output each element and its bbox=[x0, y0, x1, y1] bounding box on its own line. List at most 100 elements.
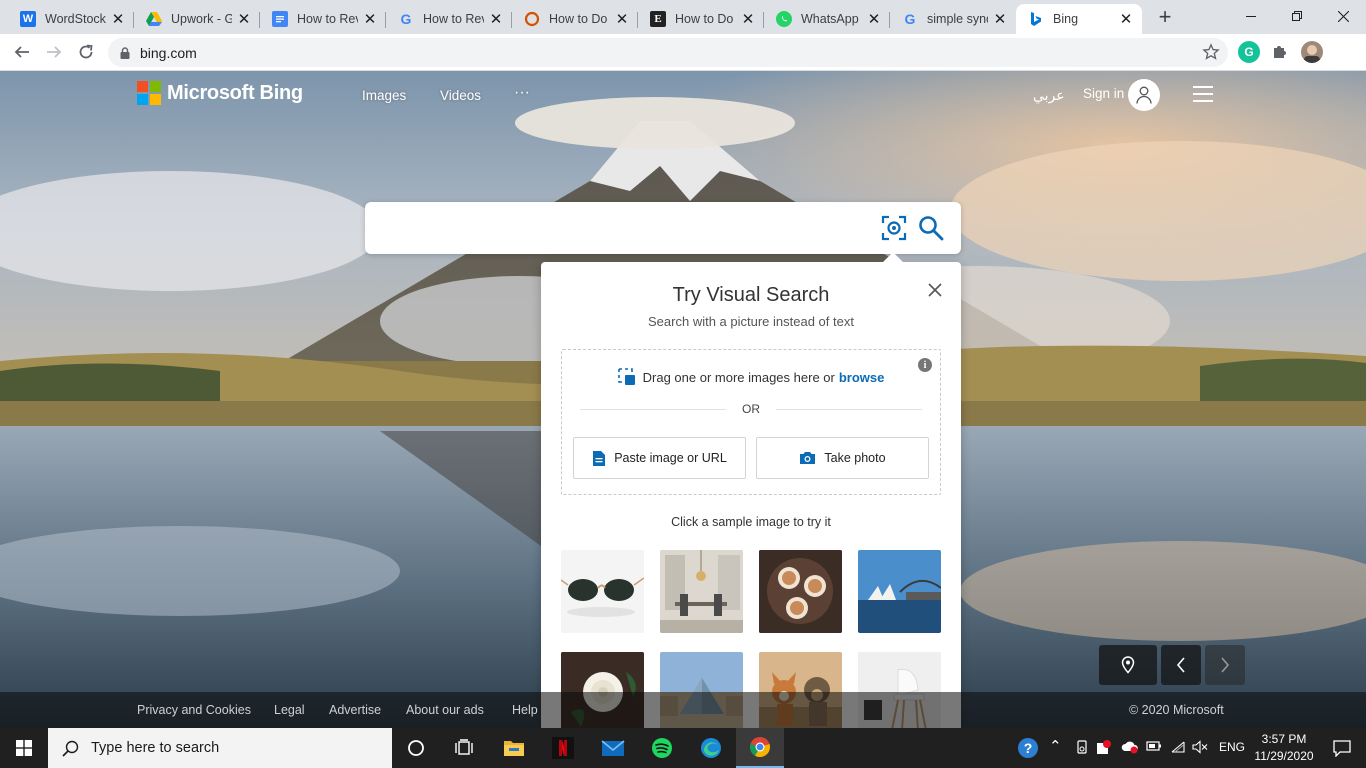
close-icon[interactable]: ✕ bbox=[614, 11, 630, 28]
search-icon[interactable] bbox=[918, 215, 944, 241]
back-button[interactable] bbox=[8, 38, 36, 66]
notifications-button[interactable] bbox=[1318, 728, 1366, 768]
sample-image-dining-room[interactable] bbox=[660, 550, 743, 633]
tab-whatsapp[interactable]: WhatsApp ✕ bbox=[764, 4, 890, 34]
restore-button[interactable] bbox=[1274, 0, 1320, 32]
bookmark-star-icon[interactable] bbox=[1202, 43, 1220, 61]
browse-link[interactable]: browse bbox=[839, 370, 885, 385]
chevron-up-icon[interactable]: ⌃ bbox=[1049, 737, 1062, 755]
tab-wordstock[interactable]: W WordStock ✕ bbox=[8, 4, 134, 34]
close-window-button[interactable] bbox=[1320, 0, 1366, 32]
info-icon[interactable]: i bbox=[918, 358, 932, 372]
extensions-puzzle-icon[interactable] bbox=[1269, 41, 1291, 63]
language-link[interactable]: عربي bbox=[1033, 87, 1065, 104]
close-icon[interactable]: ✕ bbox=[1118, 11, 1134, 28]
close-icon[interactable]: ✕ bbox=[992, 11, 1008, 28]
location-pin-icon bbox=[1121, 656, 1135, 674]
visual-search-subtitle: Search with a picture instead of text bbox=[648, 314, 854, 329]
close-icon[interactable]: ✕ bbox=[866, 11, 882, 28]
device-tray-icon[interactable] bbox=[1075, 740, 1089, 757]
camera-icon bbox=[800, 452, 816, 464]
image-drop-zone[interactable]: Drag one or more images here or browse i… bbox=[561, 349, 941, 495]
tab-how-to-do-1[interactable]: How to Do ✕ bbox=[512, 4, 638, 34]
close-icon[interactable] bbox=[926, 281, 944, 299]
close-icon[interactable]: ✕ bbox=[362, 11, 378, 28]
wifi-tray-icon[interactable] bbox=[1170, 740, 1186, 757]
previous-image-button[interactable] bbox=[1161, 645, 1201, 685]
footer-advertise[interactable]: Advertise bbox=[329, 703, 381, 717]
netflix-icon bbox=[552, 737, 574, 759]
clock-time: 3:57 PM bbox=[1261, 732, 1307, 746]
chrome-button[interactable] bbox=[736, 728, 784, 768]
visual-search-panel: Try Visual Search Search with a picture … bbox=[541, 252, 961, 728]
file-explorer-button[interactable] bbox=[490, 728, 538, 768]
task-view-icon bbox=[455, 739, 473, 755]
sample-image-sydney-opera[interactable] bbox=[858, 550, 941, 633]
nav-videos[interactable]: Videos bbox=[440, 88, 481, 103]
close-icon[interactable]: ✕ bbox=[740, 11, 756, 28]
sample-images-title: Click a sample image to try it bbox=[671, 515, 831, 529]
tab-how-to-do-2[interactable]: E How to Do ✕ bbox=[638, 4, 764, 34]
microsoft-logo-icon bbox=[137, 81, 161, 105]
location-button[interactable] bbox=[1099, 645, 1157, 685]
taskbar-search[interactable]: Type here to search bbox=[48, 728, 392, 768]
system-clock[interactable]: 3:57 PM 11/29/2020 bbox=[1248, 731, 1320, 765]
close-icon[interactable]: ✕ bbox=[110, 11, 126, 28]
nav-more[interactable]: ··· bbox=[514, 84, 530, 102]
volume-mute-icon[interactable] bbox=[1192, 740, 1208, 757]
ring-icon bbox=[524, 11, 540, 27]
netflix-button[interactable] bbox=[539, 728, 587, 768]
tab-simple-sync[interactable]: G simple sync ✕ bbox=[890, 4, 1016, 34]
footer-about-ads[interactable]: About our ads bbox=[406, 703, 484, 717]
sample-image-sunglasses[interactable] bbox=[561, 550, 644, 633]
next-image-button[interactable] bbox=[1205, 645, 1245, 685]
battery-tray-icon[interactable] bbox=[1146, 740, 1162, 755]
tab-how-to-rev-google[interactable]: G How to Rev ✕ bbox=[386, 4, 512, 34]
close-icon[interactable]: ✕ bbox=[236, 11, 252, 28]
mail-button[interactable] bbox=[589, 728, 637, 768]
reload-button[interactable] bbox=[72, 38, 100, 66]
profile-avatar[interactable] bbox=[1301, 41, 1323, 63]
microsoft-bing-logo[interactable]: Microsoft Bing bbox=[137, 81, 303, 105]
arrow-right-icon bbox=[47, 46, 62, 58]
menu-icon[interactable] bbox=[1193, 86, 1213, 102]
wordstock-icon: W bbox=[20, 11, 36, 27]
minimize-button[interactable] bbox=[1228, 0, 1274, 32]
visual-search-icon[interactable] bbox=[881, 215, 907, 241]
drag-image-icon bbox=[617, 368, 635, 385]
address-bar[interactable]: bing.com bbox=[108, 38, 1228, 67]
tab-upwork[interactable]: Upwork - G ✕ bbox=[134, 4, 260, 34]
forward-button[interactable] bbox=[40, 38, 68, 66]
notification-icon bbox=[1333, 739, 1351, 757]
grammarly-icon[interactable]: G bbox=[1238, 41, 1260, 63]
task-view-button[interactable] bbox=[440, 728, 488, 768]
badge-tray-icon[interactable] bbox=[1096, 740, 1112, 758]
e-icon: E bbox=[650, 11, 666, 27]
new-tab-button[interactable]: + bbox=[1153, 6, 1177, 30]
input-language[interactable]: ENG bbox=[1219, 740, 1245, 754]
sample-image-coffee[interactable] bbox=[759, 550, 842, 633]
spotify-button[interactable] bbox=[638, 728, 686, 768]
tab-bing[interactable]: Bing ✕ bbox=[1016, 4, 1142, 34]
bing-header: Microsoft Bing Images Videos ··· عربي Si… bbox=[0, 71, 1366, 119]
paste-image-button[interactable]: Paste image or URL bbox=[573, 437, 746, 479]
edge-button[interactable] bbox=[687, 728, 735, 768]
close-icon[interactable]: ✕ bbox=[488, 11, 504, 28]
footer-privacy[interactable]: Privacy and Cookies bbox=[137, 703, 251, 717]
help-tray-icon[interactable]: ? bbox=[1006, 728, 1050, 768]
tab-how-to-rev-docs[interactable]: How to Rev ✕ bbox=[260, 4, 386, 34]
cortana-icon bbox=[408, 740, 424, 756]
footer-legal[interactable]: Legal bbox=[274, 703, 305, 717]
search-icon bbox=[62, 740, 79, 757]
start-button[interactable] bbox=[0, 728, 48, 768]
take-photo-button[interactable]: Take photo bbox=[756, 437, 929, 479]
sign-in-link[interactable]: Sign in bbox=[1083, 86, 1124, 101]
google-docs-icon bbox=[272, 11, 288, 27]
cortana-button[interactable] bbox=[392, 728, 440, 768]
bing-icon bbox=[1028, 11, 1044, 27]
user-icon[interactable] bbox=[1128, 79, 1160, 111]
cloud-tray-icon[interactable] bbox=[1121, 740, 1139, 757]
nav-images[interactable]: Images bbox=[362, 88, 406, 103]
search-input[interactable] bbox=[381, 214, 871, 242]
footer-help[interactable]: Help bbox=[512, 703, 538, 717]
